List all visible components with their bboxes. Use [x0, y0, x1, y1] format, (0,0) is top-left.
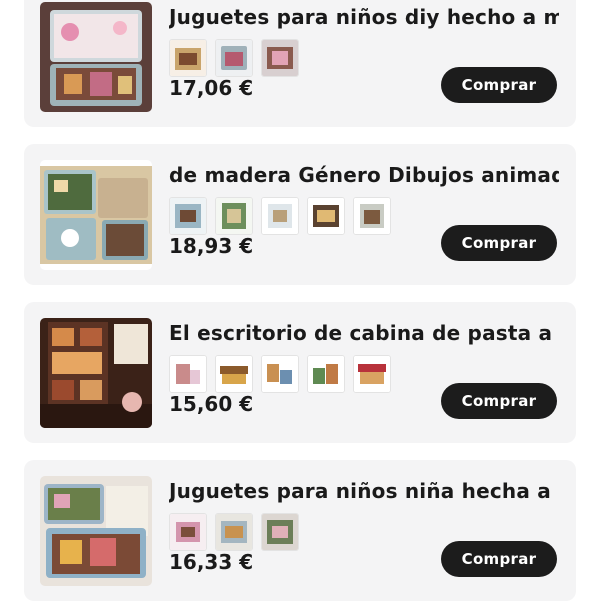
product-price: 17,06 €	[169, 76, 254, 100]
product-price: 18,93 €	[169, 234, 254, 258]
variant-thumbnail[interactable]	[261, 39, 299, 77]
product-price: 16,33 €	[169, 550, 254, 574]
product-image[interactable]	[40, 160, 152, 270]
product-image[interactable]	[40, 318, 152, 428]
variant-thumbnail[interactable]	[215, 39, 253, 77]
variant-thumbnail[interactable]	[215, 197, 253, 235]
product-price: 15,60 €	[169, 392, 254, 416]
buy-button[interactable]: Comprar	[441, 541, 557, 577]
product-card[interactable]: de madera Género Dibujos animado... 18,9…	[24, 144, 576, 285]
product-card[interactable]: Juguetes para niños niña hecha a m... 16…	[24, 460, 576, 601]
variant-thumbnail[interactable]	[261, 513, 299, 551]
product-title[interactable]: Juguetes para niños diy hecho a ma...	[169, 5, 559, 29]
variant-thumbnails	[169, 39, 299, 79]
variant-thumbnail[interactable]	[353, 197, 391, 235]
product-image[interactable]	[40, 2, 152, 112]
variant-thumbnails	[169, 197, 391, 237]
variant-thumbnail[interactable]	[307, 197, 345, 235]
variant-thumbnails	[169, 513, 299, 553]
variant-thumbnail[interactable]	[353, 355, 391, 393]
buy-button[interactable]: Comprar	[441, 383, 557, 419]
variant-thumbnail[interactable]	[261, 355, 299, 393]
buy-button[interactable]: Comprar	[441, 67, 557, 103]
variant-thumbnail[interactable]	[307, 355, 345, 393]
variant-thumbnail[interactable]	[169, 39, 207, 77]
variant-thumbnail[interactable]	[215, 513, 253, 551]
product-title[interactable]: El escritorio de cabina de pasta a m...	[169, 321, 559, 345]
product-image[interactable]	[40, 476, 152, 586]
variant-thumbnail[interactable]	[169, 355, 207, 393]
product-card[interactable]: El escritorio de cabina de pasta a m... …	[24, 302, 576, 443]
variant-thumbnail[interactable]	[215, 355, 253, 393]
product-title[interactable]: de madera Género Dibujos animado...	[169, 163, 559, 187]
variant-thumbnail[interactable]	[169, 197, 207, 235]
product-card[interactable]: Juguetes para niños diy hecho a ma... 17…	[24, 0, 576, 127]
variant-thumbnail[interactable]	[261, 197, 299, 235]
product-title[interactable]: Juguetes para niños niña hecha a m...	[169, 479, 559, 503]
variant-thumbnail[interactable]	[169, 513, 207, 551]
variant-thumbnails	[169, 355, 391, 395]
buy-button[interactable]: Comprar	[441, 225, 557, 261]
